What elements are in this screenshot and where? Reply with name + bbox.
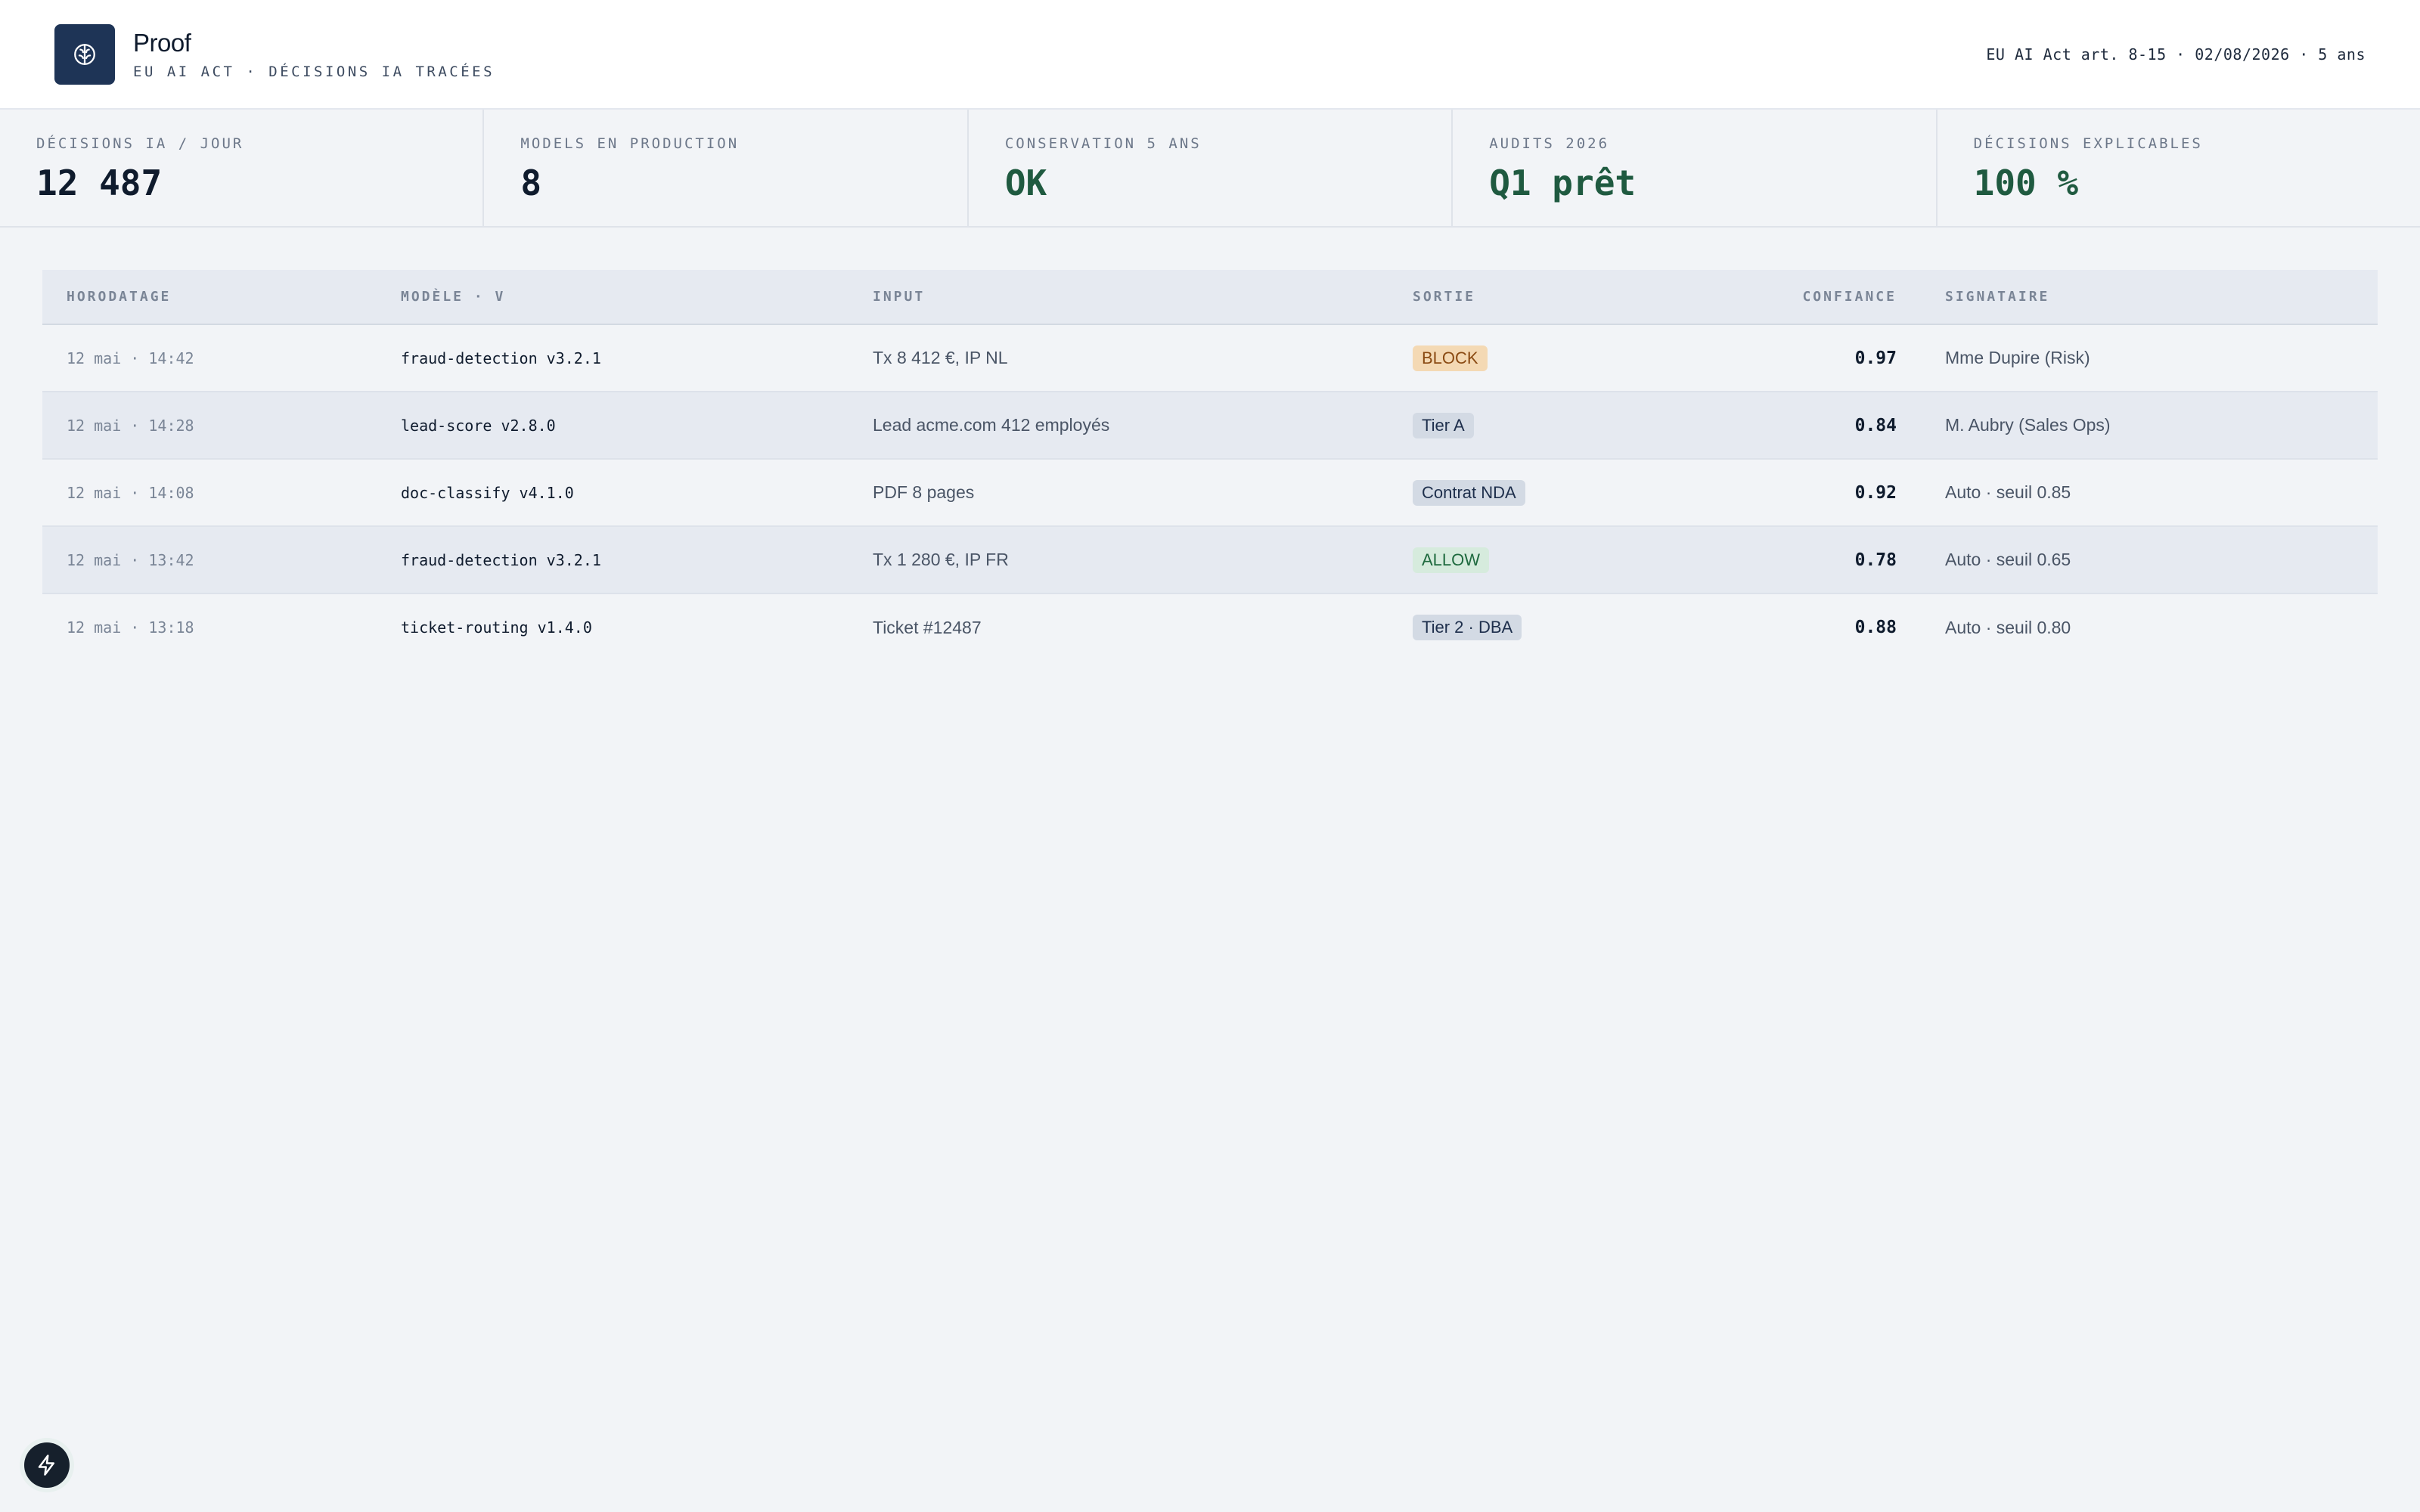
cell-signatory: M. Aubry (Sales Ops)	[1921, 392, 2378, 460]
app-header: Proof EU AI ACT · DÉCISIONS IA TRACÉES E…	[0, 0, 2420, 110]
cell-model: fraud-detection v3.2.1	[377, 526, 849, 594]
cell-model: fraud-detection v3.2.1	[377, 324, 849, 392]
column-header-signatory[interactable]: SIGNATAIRE	[1921, 270, 2378, 325]
cell-input: Lead acme.com 412 employés	[849, 392, 1388, 460]
brain-icon	[54, 23, 115, 85]
output-badge: Tier 2 · DBA	[1413, 615, 1522, 640]
output-badge: Contrat NDA	[1413, 479, 1525, 506]
cell-output: Contrat NDA	[1388, 459, 1717, 527]
kpi-label: AUDITS 2026	[1489, 135, 1610, 152]
kpi-decisions-per-day: DÉCISIONS IA / JOUR 12 487	[0, 110, 485, 226]
decisions-table: HORODATAGE MODÈLE · V INPUT SORTIE CONFI…	[42, 270, 2378, 661]
kpi-value: OK	[1004, 163, 1047, 203]
kpi-retention: CONSERVATION 5 ANS OK	[969, 110, 1454, 226]
cell-confidence: 0.78	[1717, 526, 1921, 594]
cell-model: ticket-routing v1.4.0	[401, 618, 592, 637]
kpi-explainable-decisions: DÉCISIONS EXPLICABLES 100 %	[1938, 110, 2420, 226]
cell-input: Tx 1 280 €, IP FR	[849, 526, 1388, 594]
quick-action-button[interactable]	[24, 1442, 70, 1488]
kpi-value: Q1 prêt	[1489, 163, 1637, 203]
cell-timestamp: 12 mai · 14:28	[42, 392, 377, 460]
column-header-timestamp[interactable]: HORODATAGE	[42, 270, 377, 325]
cell-timestamp: 12 mai · 14:42	[42, 324, 377, 392]
kpi-value: 100 %	[1973, 163, 2079, 203]
kpi-label: DÉCISIONS EXPLICABLES	[1973, 135, 2203, 152]
table-row[interactable]: 12 mai · 14:08 doc-classify v4.1.0 PDF 8…	[42, 459, 2378, 527]
table-row[interactable]: 12 mai · 14:28 lead-score v2.8.0 Lead ac…	[42, 392, 2378, 460]
cell-output: ALLOW	[1388, 526, 1717, 594]
output-badge: ALLOW	[1413, 547, 1490, 573]
cell-model: doc-classify v4.1.0	[377, 459, 849, 527]
cell-timestamp: 12 mai · 13:18	[67, 618, 194, 637]
cell-signatory: Auto · seuil 0.80	[1945, 617, 2071, 637]
kpi-label: MODELS EN PRODUCTION	[520, 135, 740, 152]
compliance-meta: EU AI Act art. 8-15 · 02/08/2026 · 5 ans	[1986, 45, 2366, 64]
cell-confidence: 0.97	[1717, 324, 1921, 392]
cell-confidence: 0.84	[1717, 392, 1921, 460]
output-badge: BLOCK	[1413, 345, 1488, 371]
cell-timestamp: 12 mai · 14:08	[42, 459, 377, 527]
kpi-label: CONSERVATION 5 ANS	[1004, 135, 1202, 152]
decisions-table-section: HORODATAGE MODÈLE · V INPUT SORTIE CONFI…	[0, 228, 2420, 661]
table-header-row: HORODATAGE MODÈLE · V INPUT SORTIE CONFI…	[42, 270, 2378, 325]
column-header-model[interactable]: MODÈLE · V	[377, 270, 849, 325]
cell-signatory: Mme Dupire (Risk)	[1921, 324, 2378, 392]
column-header-input[interactable]: INPUT	[849, 270, 1388, 325]
cell-confidence: 0.88	[1854, 618, 1897, 637]
cell-timestamp: 12 mai · 13:42	[42, 526, 377, 594]
table-row[interactable]: 12 mai · 14:42 fraud-detection v3.2.1 Tx…	[42, 324, 2378, 392]
app-title: Proof	[133, 28, 191, 57]
table-row[interactable]: 12 mai · 13:18 ticket-routing v1.4.0 Tic…	[42, 593, 2378, 661]
kpi-audits: AUDITS 2026 Q1 prêt	[1453, 110, 1938, 226]
cell-output: Tier A	[1388, 392, 1717, 460]
cell-output: Tier 2 · DBA	[1388, 593, 1717, 661]
kpi-row: DÉCISIONS IA / JOUR 12 487 MODELS EN PRO…	[0, 110, 2420, 228]
cell-input: PDF 8 pages	[849, 459, 1388, 527]
cell-confidence: 0.92	[1717, 459, 1921, 527]
cell-input: Tx 8 412 €, IP NL	[849, 324, 1388, 392]
cell-output: BLOCK	[1388, 324, 1717, 392]
brand[interactable]: Proof EU AI ACT · DÉCISIONS IA TRACÉES	[54, 23, 495, 85]
column-header-output[interactable]: SORTIE	[1388, 270, 1717, 325]
app-subtitle: EU AI ACT · DÉCISIONS IA TRACÉES	[133, 63, 495, 80]
output-badge: Tier A	[1413, 412, 1474, 438]
cell-input: Ticket #12487	[873, 617, 982, 637]
kpi-models-in-production: MODELS EN PRODUCTION 8	[484, 110, 969, 226]
cell-model: lead-score v2.8.0	[377, 392, 849, 460]
lightning-icon	[38, 1455, 54, 1476]
cell-signatory: Auto · seuil 0.65	[1921, 526, 2378, 594]
kpi-label: DÉCISIONS IA / JOUR	[36, 135, 244, 152]
table-row[interactable]: 12 mai · 13:42 fraud-detection v3.2.1 Tx…	[42, 526, 2378, 594]
kpi-value: 8	[520, 163, 542, 203]
kpi-value: 12 487	[36, 163, 163, 203]
column-header-confidence[interactable]: CONFIANCE	[1717, 270, 1921, 325]
cell-signatory: Auto · seuil 0.85	[1921, 459, 2378, 527]
